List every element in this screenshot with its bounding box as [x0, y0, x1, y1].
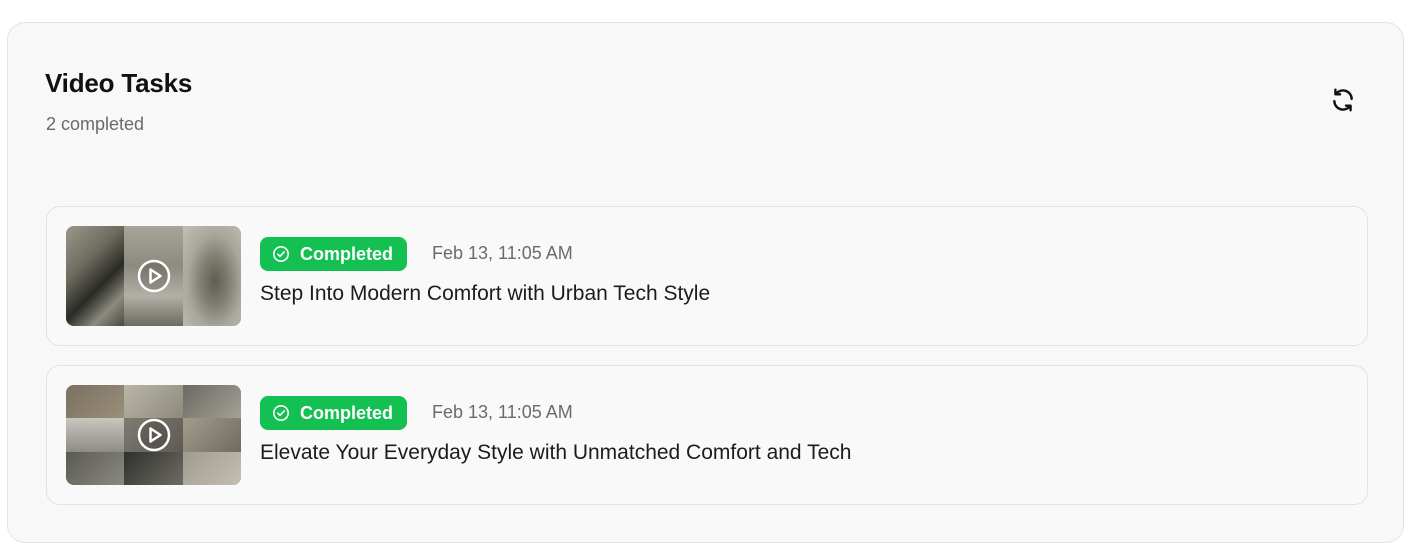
status-badge: Completed [260, 396, 408, 430]
task-card[interactable]: Completed Feb 13, 11:05 AM Elevate Your … [46, 365, 1368, 505]
check-circle-icon [273, 246, 289, 262]
thumbnail-frame [66, 385, 125, 419]
task-card[interactable]: Completed Feb 13, 11:05 AM Step Into Mod… [46, 206, 1368, 346]
thumbnail-frame [66, 451, 125, 485]
thumbnail-frame [124, 451, 183, 485]
panel-title: Video Tasks [45, 68, 193, 98]
thumbnail-frame [182, 418, 241, 452]
check-circle-icon [273, 405, 289, 421]
status-badge: Completed [260, 237, 408, 271]
play-circle-icon[interactable] [137, 259, 171, 293]
task-title: Elevate Your Everyday Style with Unmatch… [260, 441, 852, 464]
video-thumbnail[interactable] [66, 226, 241, 326]
thumbnail-frame [66, 418, 125, 452]
video-tasks-panel: Video Tasks 2 completed Completed Feb 13… [7, 22, 1404, 543]
thumbnail-frame [124, 385, 183, 419]
refresh-button[interactable] [1326, 83, 1360, 117]
thumbnail-frame [66, 226, 125, 326]
status-label: Completed [300, 243, 394, 264]
play-circle-icon[interactable] [137, 418, 171, 452]
refresh-icon [1333, 88, 1353, 112]
status-label: Completed [300, 402, 394, 423]
video-thumbnail[interactable] [66, 385, 241, 485]
task-timestamp: Feb 13, 11:05 AM [432, 243, 573, 263]
thumbnail-frame [182, 451, 241, 485]
thumbnail-frame [182, 226, 241, 326]
completed-count: 2 completed [46, 114, 145, 134]
task-timestamp: Feb 13, 11:05 AM [432, 402, 573, 422]
task-title: Step Into Modern Comfort with Urban Tech… [260, 282, 711, 305]
thumbnail-frame [182, 385, 241, 419]
